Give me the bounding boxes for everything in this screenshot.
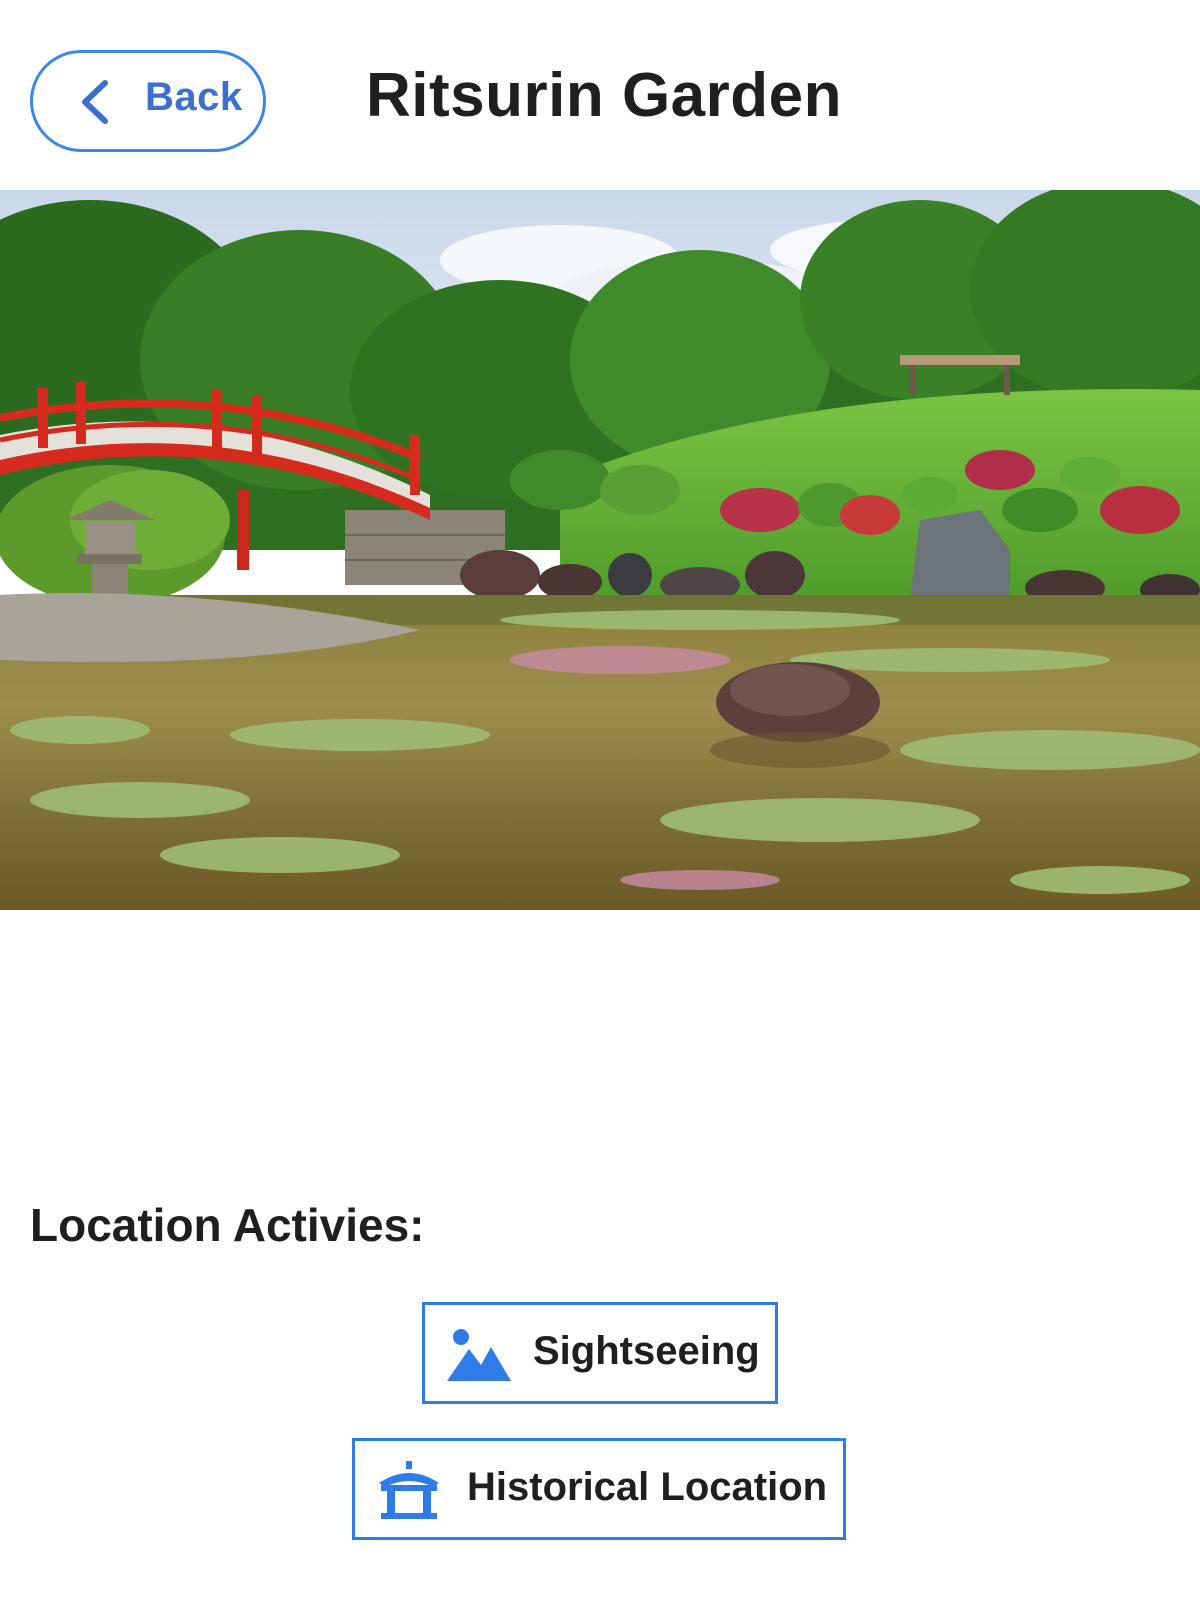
activity-label: Historical Location xyxy=(467,1465,828,1509)
page-title: Ritsurin Garden xyxy=(366,61,843,130)
activity-sightseeing[interactable]: Sightseeing xyxy=(422,1302,778,1404)
back-button[interactable]: Back xyxy=(30,50,266,152)
pagoda-icon xyxy=(379,1461,439,1519)
garden-photo xyxy=(0,190,1200,910)
landscape-icon xyxy=(447,1329,511,1381)
activities-title: Location Activies: xyxy=(30,1199,425,1251)
activity-label: Sightseeing xyxy=(533,1329,760,1373)
activity-historical-location[interactable]: Historical Location xyxy=(352,1438,846,1540)
back-button-label: Back xyxy=(145,75,243,119)
chevron-left-icon xyxy=(82,80,108,124)
